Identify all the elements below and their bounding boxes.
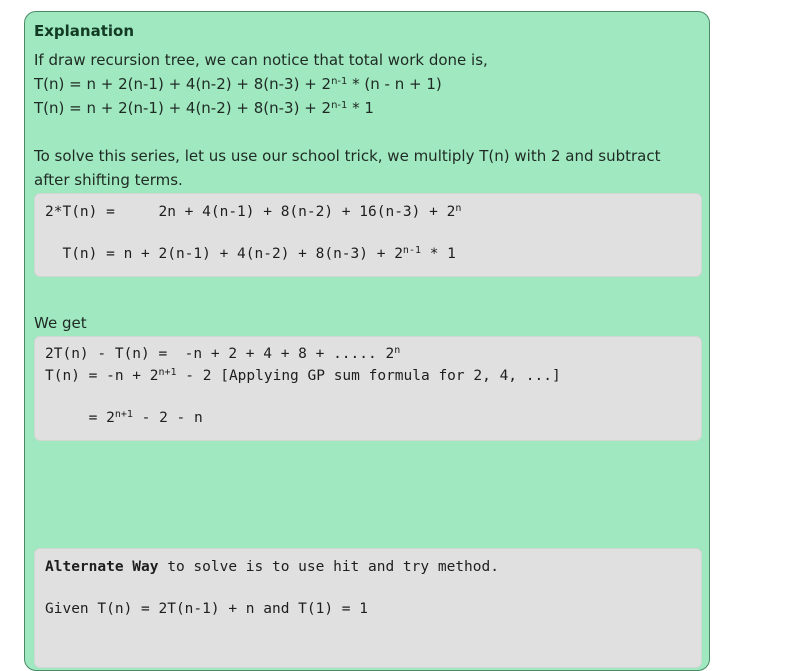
code-block-result: 2T(n) - T(n) = -n + 2 + 4 + 8 + ..... 2n… bbox=[34, 336, 702, 441]
code-line: = 2n+1 - 2 - n bbox=[45, 409, 203, 427]
code-line: 2T(n) - T(n) = -n + 2 + 4 + 8 + ..... 2n bbox=[45, 345, 401, 363]
code-line: Alternate Way to solve is to use hit and… bbox=[45, 559, 499, 575]
trick-text: To solve this series, let us use our sch… bbox=[34, 147, 661, 189]
equation-1: T(n) = n + 2(n-1) + 4(n-2) + 8(n-3) + 2n… bbox=[34, 75, 442, 93]
intro-text: If draw recursion tree, we can notice th… bbox=[34, 51, 488, 69]
explanation-panel: Explanation If draw recursion tree, we c… bbox=[24, 11, 710, 671]
code-line: 2*T(n) = 2n + 4(n-1) + 8(n-2) + 16(n-3) … bbox=[45, 203, 462, 221]
code-block-alternate: Alternate Way to solve is to use hit and… bbox=[34, 548, 702, 668]
code-line: Given T(n) = 2T(n-1) + n and T(1) = 1 bbox=[45, 601, 369, 617]
equation-2: T(n) = n + 2(n-1) + 4(n-2) + 8(n-3) + 2n… bbox=[34, 99, 374, 117]
code-line: T(n) = n + 2(n-1) + 4(n-2) + 8(n-3) + 2n… bbox=[45, 245, 456, 263]
we-get-text: We get bbox=[34, 314, 87, 332]
code-line: T(n) = -n + 2n+1 - 2 [Applying GP sum fo… bbox=[45, 367, 561, 385]
explanation-title: Explanation bbox=[34, 22, 135, 40]
code-block-shift: 2*T(n) = 2n + 4(n-1) + 8(n-2) + 16(n-3) … bbox=[34, 193, 702, 277]
